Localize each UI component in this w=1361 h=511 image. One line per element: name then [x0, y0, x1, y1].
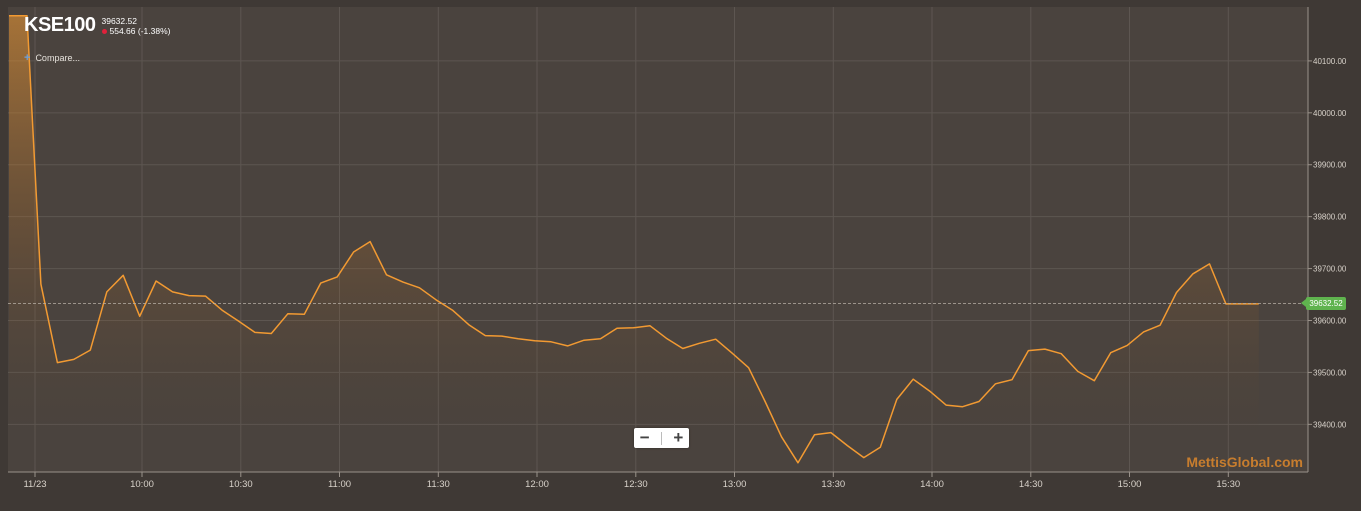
price-change: 554.66 (-1.38%) — [109, 26, 171, 36]
x-tick-label: 12:00 — [525, 479, 549, 490]
ticker-header: KSE100 39632.52 554.66 (-1.38%) — [24, 14, 170, 37]
x-tick-label: 11:30 — [427, 479, 450, 490]
y-tick-label: 39800.00 — [1313, 213, 1347, 222]
y-tick-label: 40000.00 — [1313, 109, 1347, 118]
y-tick-label: 40100.00 — [1313, 57, 1347, 66]
x-tick-label: 13:00 — [723, 479, 747, 490]
x-tick-label: 15:30 — [1216, 479, 1240, 490]
y-tick-label: 39600.00 — [1313, 317, 1347, 326]
x-tick-label: 10:00 — [130, 479, 154, 490]
x-tick-label: 15:00 — [1118, 479, 1142, 490]
zoom-in-button[interactable]: + — [673, 429, 683, 447]
change-row: 554.66 (-1.38%) — [101, 26, 171, 36]
last-price: 39632.52 — [101, 16, 137, 26]
y-tick-label: 39900.00 — [1313, 161, 1347, 170]
down-indicator-icon — [101, 28, 107, 34]
chart-root: 11/23 10:00 10:30 11:00 11:30 12:00 12:30 13:00… — [0, 0, 1361, 511]
ticker-symbol: KSE100 — [24, 14, 96, 36]
quote-block: 39632.52 554.66 (-1.38%) — [101, 16, 171, 36]
watermark: MettisGlobal.com — [1186, 454, 1303, 470]
y-tick-label: 39500.00 — [1313, 368, 1347, 377]
compare-label: Compare... — [35, 53, 80, 63]
y-tick-label: 39400.00 — [1313, 420, 1347, 429]
zoom-controls: − + — [634, 428, 689, 448]
current-price-tag: 39632.52 — [1301, 297, 1346, 310]
zoom-divider — [661, 431, 662, 445]
zoom-out-button[interactable]: − — [640, 429, 650, 447]
x-tick-label: 14:00 — [920, 479, 944, 490]
x-tick-label: 11/23 — [23, 479, 46, 490]
y-tick-label: 39700.00 — [1313, 265, 1347, 274]
x-tick-label: 13:30 — [821, 479, 845, 490]
compare-button[interactable]: + Compare... — [24, 52, 80, 64]
x-tick-label: 10:30 — [229, 479, 253, 490]
plus-icon: + — [24, 52, 31, 64]
x-tick-label: 12:30 — [624, 479, 648, 490]
x-tick-label: 11:00 — [328, 479, 351, 490]
x-tick-label: 14:30 — [1019, 479, 1043, 490]
